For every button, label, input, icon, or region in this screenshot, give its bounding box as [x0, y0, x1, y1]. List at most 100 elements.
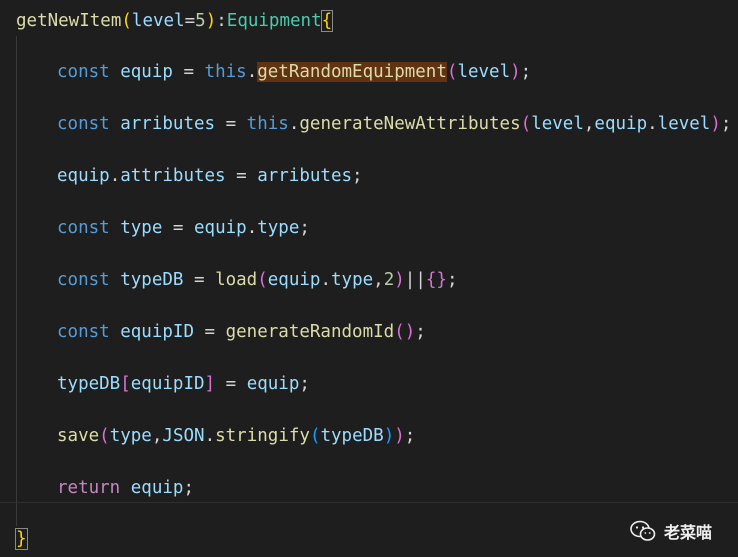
- paren: (: [257, 270, 268, 290]
- dot: .: [109, 166, 121, 186]
- semicolon: ;: [352, 166, 363, 186]
- bracket: [: [120, 374, 131, 394]
- semicolon: ;: [299, 374, 310, 394]
- bracket: ]: [204, 374, 216, 394]
- semicolon: ;: [183, 478, 194, 498]
- operator: =: [215, 374, 247, 394]
- paren: (: [520, 114, 532, 134]
- function-name: getNewItem: [16, 11, 122, 31]
- argument: level: [531, 114, 584, 134]
- paren: (: [309, 426, 321, 446]
- number: 2: [383, 270, 395, 290]
- paren: ): [394, 270, 405, 290]
- code-line-1[interactable]: getNewItem(level=5):Equipment{: [16, 6, 334, 36]
- keyword: const: [57, 218, 110, 238]
- function-call: save: [57, 426, 100, 446]
- object: equip: [267, 270, 321, 290]
- semicolon: ;: [299, 218, 310, 238]
- close-brace: }: [15, 528, 28, 550]
- argument: typeDB: [320, 426, 384, 446]
- paren: ): [710, 114, 721, 134]
- paren: ): [510, 62, 521, 82]
- key: equipID: [130, 374, 205, 394]
- operator: =: [184, 11, 196, 31]
- code-line-9[interactable]: save(type,JSON.stringify(typeDB));: [57, 421, 415, 451]
- variable: equip: [120, 62, 173, 82]
- dot: .: [246, 218, 258, 238]
- value: arributes: [257, 166, 353, 186]
- method: generateNewAttributes: [299, 114, 521, 134]
- param: level: [131, 11, 185, 31]
- code-line-4[interactable]: equip.attributes = arributes;: [57, 161, 363, 191]
- paren: ): [394, 426, 405, 446]
- code-line-8[interactable]: typeDB[equipID] = equip;: [57, 369, 310, 399]
- dot: .: [246, 62, 258, 82]
- paren: ): [383, 426, 395, 446]
- property: attributes: [120, 166, 226, 186]
- watermark-label: 老菜喵: [663, 523, 712, 542]
- argument: level: [457, 62, 511, 82]
- dot: .: [288, 114, 300, 134]
- wechat-icon: [630, 520, 656, 541]
- argument: type: [109, 426, 152, 446]
- variable: type: [120, 218, 163, 238]
- open-brace: {: [320, 10, 334, 32]
- brace: {: [425, 270, 437, 290]
- return-keyword: return: [57, 478, 121, 498]
- code-line-10[interactable]: return equip;: [57, 473, 194, 503]
- value: equip: [246, 374, 300, 394]
- code-line-11[interactable]: }: [15, 524, 28, 554]
- comma: ,: [373, 270, 384, 290]
- keyword: const: [57, 114, 110, 134]
- property: type: [257, 218, 300, 238]
- operator: =: [162, 218, 194, 238]
- code-line-7[interactable]: const equipID = generateRandomId();: [57, 317, 426, 347]
- code-line-2[interactable]: const equip = this.getRandomEquipment(le…: [57, 57, 531, 87]
- this-keyword: this: [204, 62, 247, 82]
- dot: .: [320, 270, 331, 290]
- paren: (: [121, 11, 132, 31]
- keyword: const: [57, 270, 110, 290]
- code-line-3[interactable]: const arributes = this.generateNewAttrib…: [57, 109, 731, 139]
- comma: ,: [583, 114, 595, 134]
- variable: typeDB: [120, 270, 184, 290]
- object: equip: [194, 218, 247, 238]
- comma: ,: [151, 426, 163, 446]
- value: equip: [130, 478, 184, 498]
- return-type: Equipment: [226, 11, 322, 31]
- operator: =: [172, 62, 205, 82]
- keyword: const: [57, 62, 110, 82]
- number: 5: [195, 11, 206, 31]
- argument-object: equip: [594, 114, 648, 134]
- indent-guide: [16, 36, 17, 526]
- code-line-5[interactable]: const type = equip.type;: [57, 213, 310, 243]
- paren: ): [205, 11, 217, 31]
- property: type: [331, 270, 374, 290]
- operator: =: [225, 166, 258, 186]
- function-call: generateRandomId: [225, 322, 395, 342]
- code-editor[interactable]: getNewItem(level=5):Equipment{ const equ…: [0, 0, 738, 557]
- semicolon: ;: [446, 270, 458, 290]
- code-line-6[interactable]: const typeDB = load(equip.type,2)||{};: [57, 265, 458, 295]
- operator: =: [194, 322, 226, 342]
- semicolon: ;: [520, 62, 532, 82]
- variable: equipID: [120, 322, 194, 342]
- dot: .: [204, 426, 216, 446]
- function-call: load: [215, 270, 258, 290]
- parens: (): [394, 322, 416, 342]
- operator: =: [183, 270, 216, 290]
- argument-property: level: [657, 114, 711, 134]
- paren: (: [446, 62, 458, 82]
- semicolon: ;: [720, 114, 732, 134]
- semicolon: ;: [415, 322, 426, 342]
- object: typeDB: [57, 374, 121, 394]
- colon: :: [216, 11, 227, 31]
- brace: }: [436, 270, 447, 290]
- operator: =: [215, 114, 247, 134]
- semicolon: ;: [404, 426, 416, 446]
- variable: arributes: [120, 114, 216, 134]
- watermark: 老菜喵: [630, 519, 712, 543]
- json-object: JSON: [162, 426, 205, 446]
- operator: ||: [404, 270, 426, 290]
- object: equip: [57, 166, 110, 186]
